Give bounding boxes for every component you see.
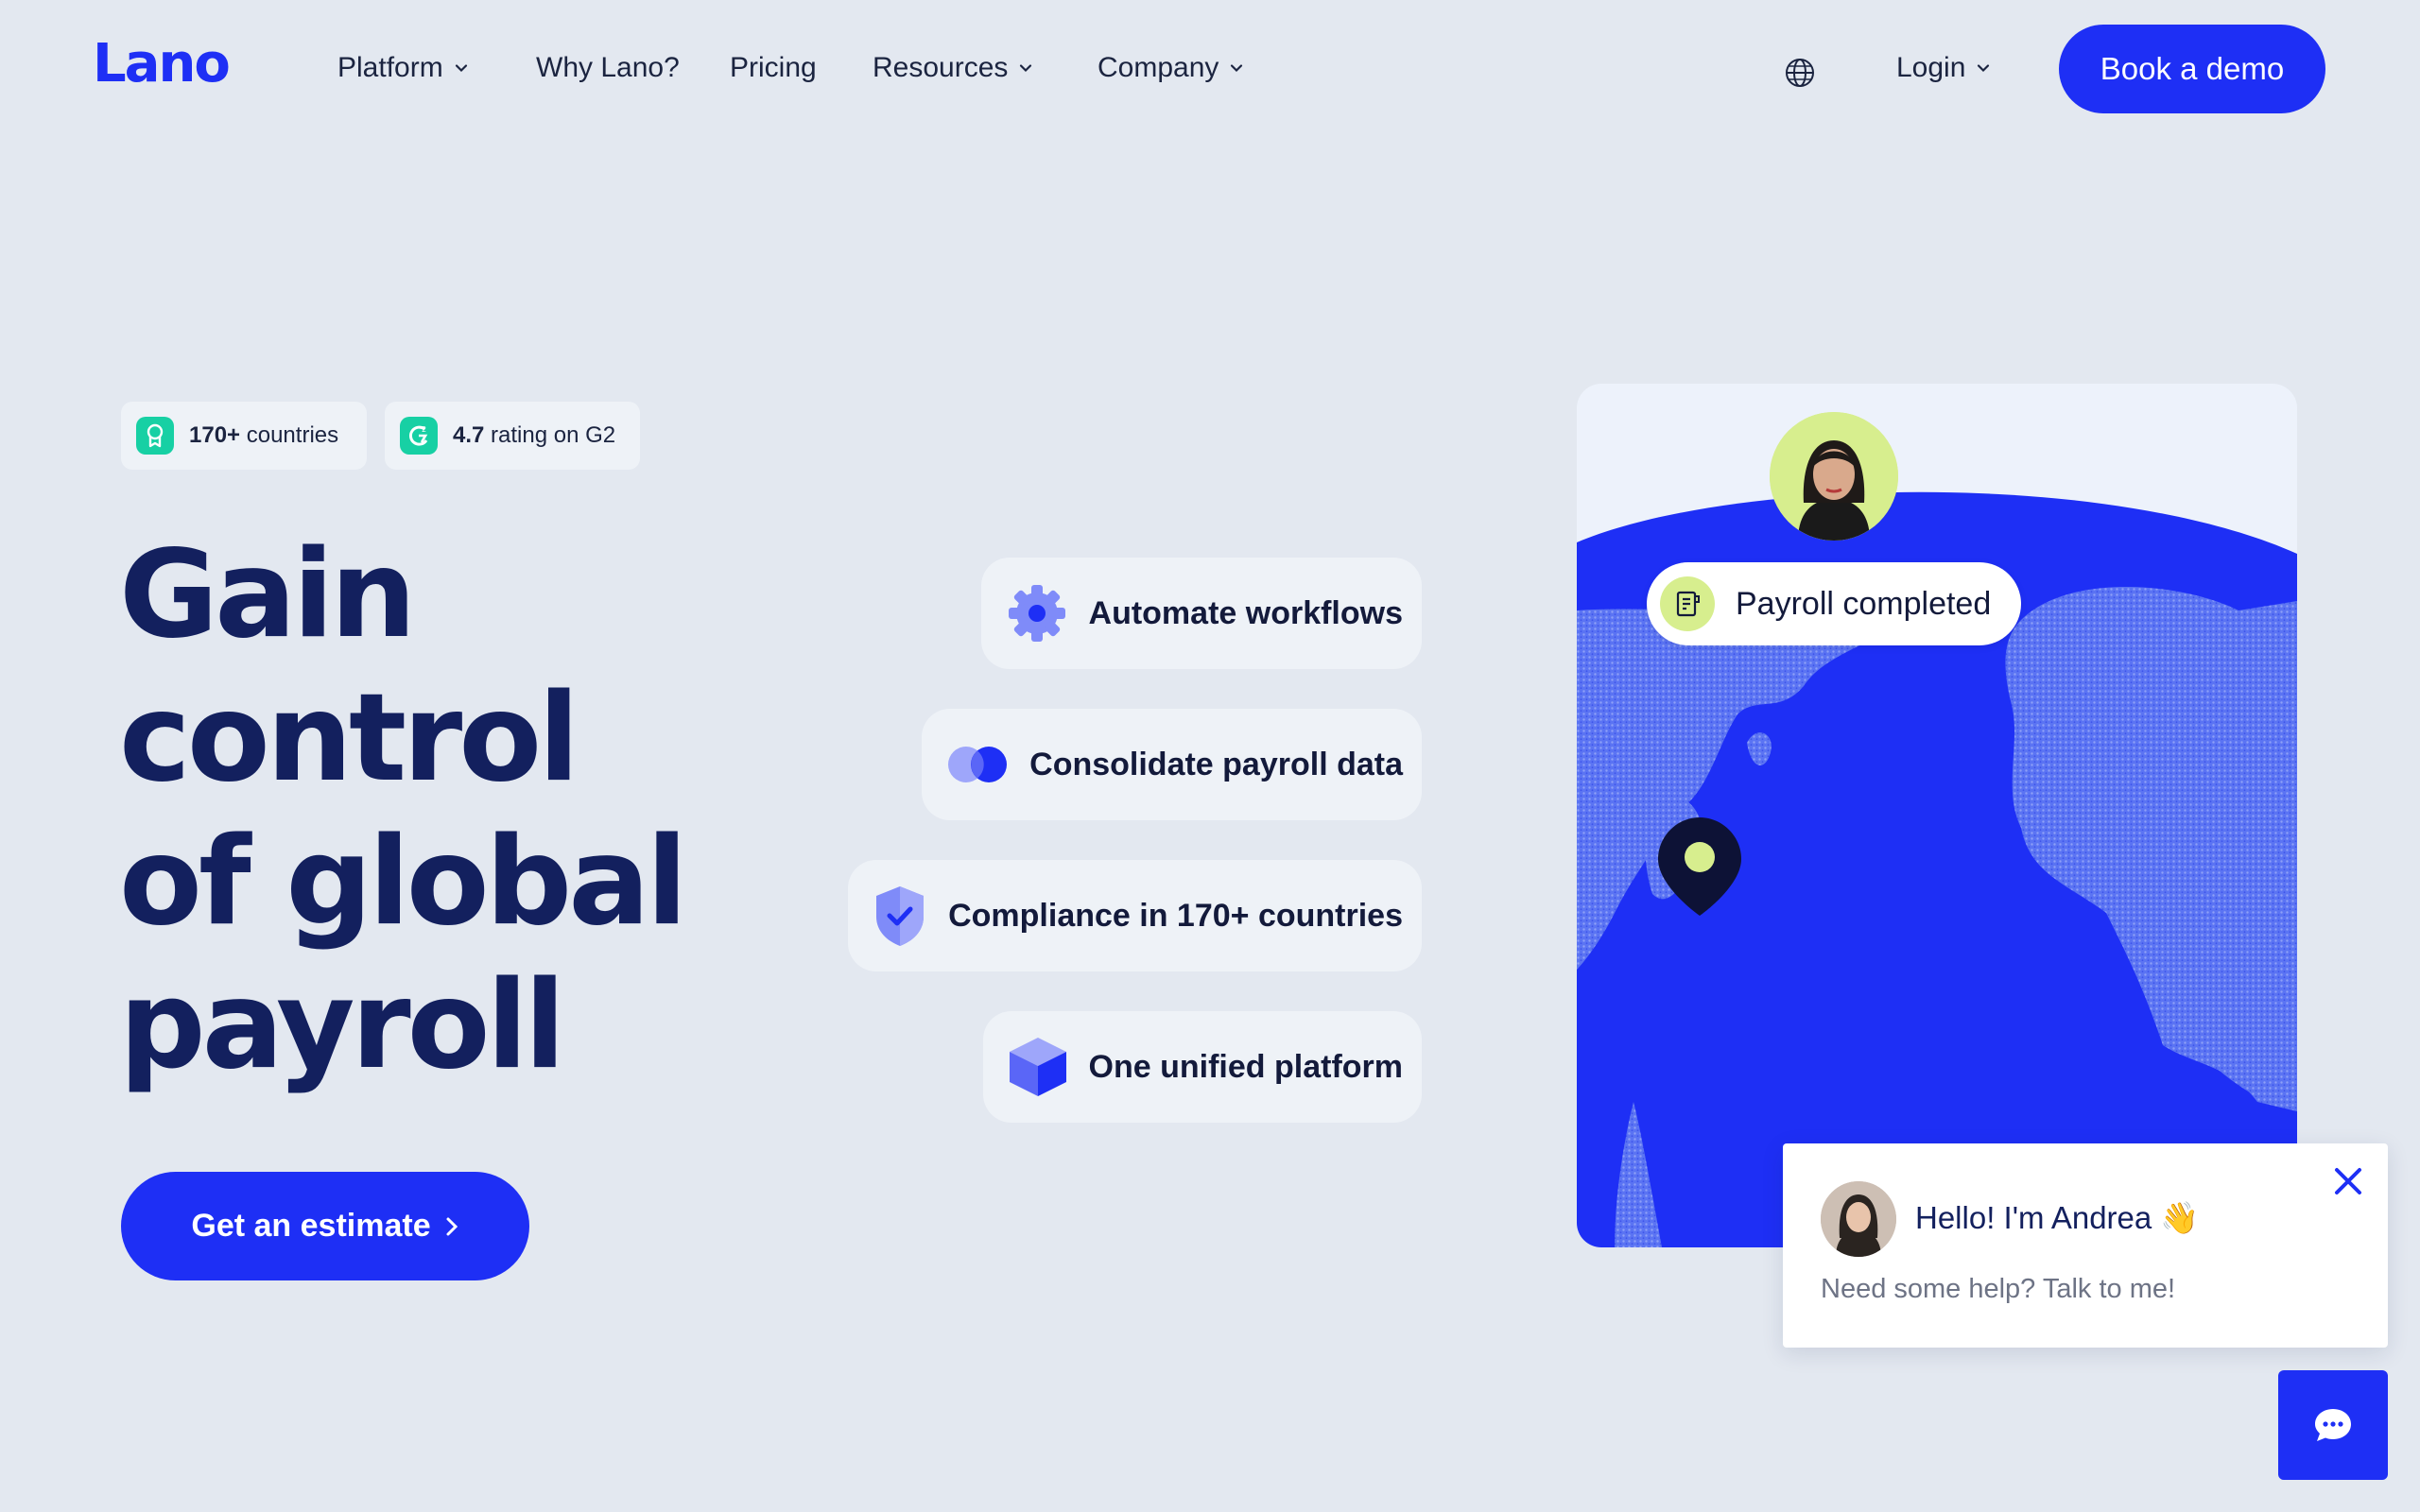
badge-text: 170+ countries <box>189 422 339 448</box>
nav-item-pricing[interactable]: Pricing <box>730 49 817 87</box>
feature-automate-workflows: Automate workflows <box>980 558 1422 669</box>
map-pin-icon <box>1658 817 1741 916</box>
svg-text:2: 2 <box>422 425 426 434</box>
nav-label: Company <box>1098 52 1219 83</box>
nav-item-company[interactable]: Company <box>1098 49 1243 87</box>
feature-label: Automate workflows <box>1088 594 1403 631</box>
chevron-down-icon <box>1020 64 1032 73</box>
feature-label: Compliance in 170+ countries <box>948 897 1403 934</box>
feature-compliance: Compliance in 170+ countries <box>848 860 1422 971</box>
globe-icon[interactable] <box>1784 57 1816 89</box>
chevron-right-icon <box>446 1217 458 1235</box>
avatar <box>1770 412 1898 541</box>
lano-logo[interactable]: Lano <box>93 36 231 93</box>
avatar <box>1821 1181 1896 1257</box>
chat-greeting-popup[interactable]: Hello! I'm Andrea 👋 Need some help? Talk… <box>1783 1143 2388 1348</box>
feature-label: Consolidate payroll data <box>1029 746 1403 782</box>
badge-text: 4.7 rating on G2 <box>453 422 616 448</box>
payroll-status-label: Payroll completed <box>1736 585 1992 622</box>
g2-icon: 2 <box>400 417 438 455</box>
nav-item-resources[interactable]: Resources <box>873 49 1032 87</box>
countries-badge: 170+ countries <box>121 402 367 470</box>
feature-consolidate-payroll: Consolidate payroll data <box>922 709 1422 820</box>
login-label: Login <box>1896 52 1966 83</box>
feature-label: One unified platform <box>1088 1048 1403 1085</box>
shield-check-icon <box>876 886 925 946</box>
circles-icon <box>948 747 1008 782</box>
hero-title: Gain control of global payroll <box>119 524 687 1096</box>
chat-launcher-button[interactable] <box>2278 1370 2388 1480</box>
award-icon <box>136 417 174 455</box>
gear-icon <box>1008 585 1065 642</box>
nav-item-why-lano[interactable]: Why Lano? <box>536 49 680 87</box>
payroll-completed-status: Payroll completed <box>1647 562 2021 645</box>
close-icon[interactable] <box>2331 1164 2365 1198</box>
get-estimate-button[interactable]: Get an estimate <box>121 1172 529 1280</box>
nav-item-platform[interactable]: Platform <box>337 49 468 87</box>
feature-unified-platform: One unified platform <box>982 1011 1422 1123</box>
person-avatar-illustration <box>1770 412 1898 541</box>
chat-bubble-icon <box>2315 1409 2351 1441</box>
estimate-label: Get an estimate <box>191 1208 431 1244</box>
g2-rating-badge: 2 4.7 rating on G2 <box>385 402 640 470</box>
receipt-icon <box>1660 576 1715 631</box>
chevron-down-icon <box>455 64 467 73</box>
chat-greeting: Hello! I'm Andrea 👋 <box>1915 1200 2200 1235</box>
nav-label: Why Lano? <box>536 52 680 83</box>
nav-label: Resources <box>873 52 1009 83</box>
nav-label: Pricing <box>730 52 817 83</box>
book-demo-button[interactable]: Book a demo <box>2059 25 2325 113</box>
chevron-down-icon <box>1978 64 1990 73</box>
login-menu[interactable]: Login <box>1896 49 1990 87</box>
cube-icon <box>1009 1038 1066 1096</box>
chat-subtext: Need some help? Talk to me! <box>1821 1274 2176 1304</box>
nav-label: Platform <box>337 52 443 83</box>
chevron-down-icon <box>1231 64 1243 73</box>
